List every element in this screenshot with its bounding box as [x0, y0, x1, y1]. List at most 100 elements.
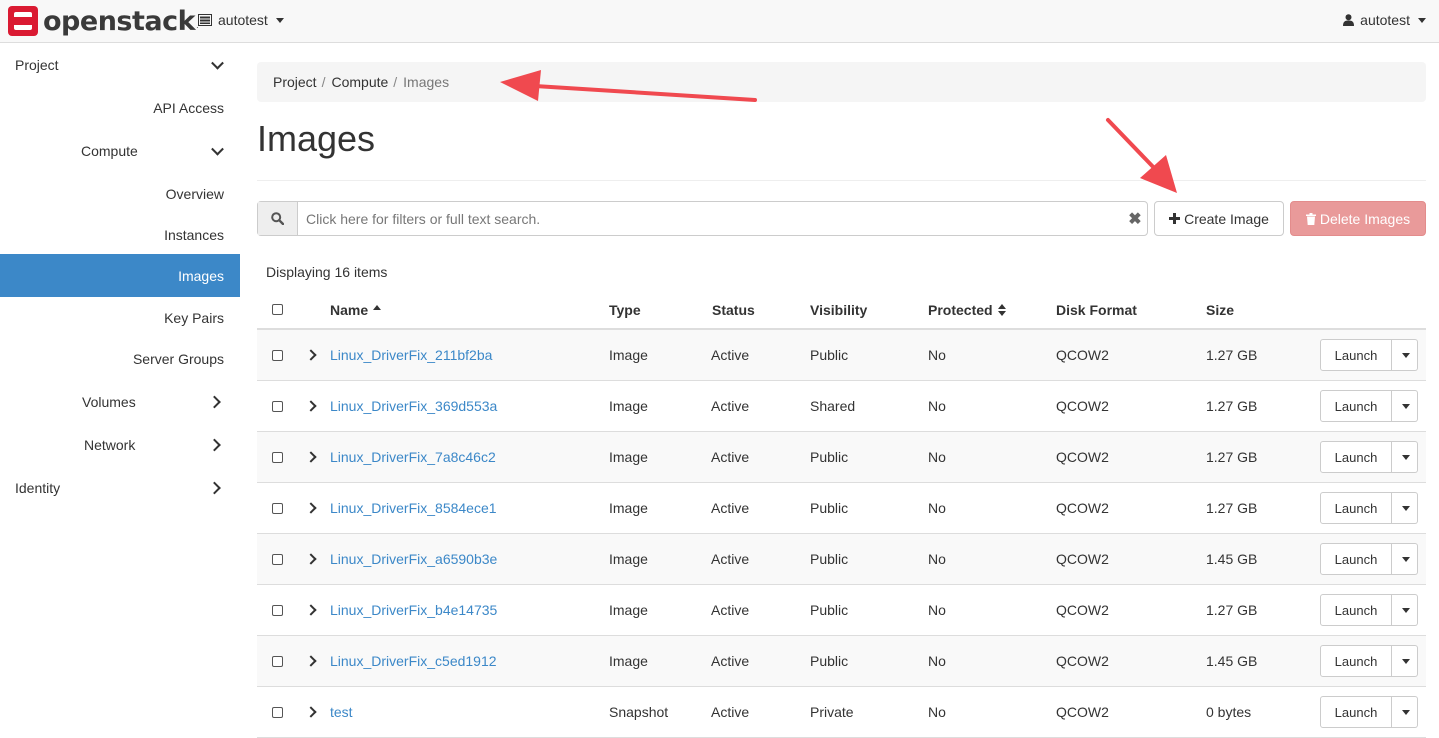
expand-row-icon[interactable]	[305, 655, 317, 667]
image-name-link[interactable]: Linux_DriverFix_a6590b3e	[330, 534, 497, 584]
caret-down-icon	[1401, 556, 1410, 562]
column-type-label: Type	[609, 301, 641, 318]
sidebar-item-server-groups[interactable]: Server Groups	[0, 337, 240, 380]
caret-down-icon	[1401, 658, 1410, 664]
openstack-logo[interactable]: openstack .	[8, 6, 199, 37]
column-name-label: Name	[330, 301, 369, 318]
sidebar-item-network[interactable]: Network	[0, 423, 240, 466]
cell-visibility: Public	[810, 653, 849, 669]
cell-type: Image	[609, 551, 648, 567]
filter-search-box: ✖	[257, 201, 1148, 236]
row-checkbox[interactable]	[272, 349, 283, 361]
image-name-link[interactable]: Linux_DriverFix_211bf2ba	[330, 330, 492, 380]
column-name[interactable]: Name	[330, 291, 382, 328]
sidebar-item-compute[interactable]: Compute	[0, 129, 240, 172]
cell-status: Active	[711, 398, 750, 414]
user-menu[interactable]: autotest	[1343, 12, 1426, 28]
image-name-link[interactable]: Linux_DriverFix_8584ece1	[330, 483, 497, 533]
cell-size: 1.27 GB	[1206, 500, 1258, 516]
expand-row-icon[interactable]	[305, 604, 317, 616]
search-icon	[271, 212, 284, 225]
sidebar-item-label: API Access	[153, 99, 224, 116]
launch-button[interactable]: Launch	[1320, 441, 1392, 473]
cell-visibility: Public	[810, 347, 849, 363]
sidebar-item-label: Server Groups	[132, 350, 224, 367]
row-checkbox[interactable]	[272, 604, 283, 616]
search-addon[interactable]	[258, 202, 298, 235]
launch-button-group: Launch	[1320, 696, 1418, 728]
expand-row-icon[interactable]	[305, 553, 317, 565]
launch-dropdown-toggle[interactable]	[1392, 441, 1418, 473]
launch-button[interactable]: Launch	[1320, 594, 1392, 626]
user-name: autotest	[1360, 12, 1410, 28]
image-name-link[interactable]: Linux_DriverFix_b4e14735	[330, 585, 497, 635]
sidebar-item-images[interactable]: Images	[0, 254, 240, 297]
cell-disk-format: QCOW2	[1056, 347, 1109, 363]
image-name-link[interactable]: test	[330, 687, 353, 737]
launch-button[interactable]: Launch	[1320, 543, 1392, 575]
launch-button[interactable]: Launch	[1320, 339, 1392, 371]
row-checkbox[interactable]	[272, 655, 283, 667]
project-name: autotest	[218, 12, 268, 28]
column-protected[interactable]: Protected	[928, 291, 1006, 328]
image-name-link[interactable]: Linux_DriverFix_c5ed1912	[330, 636, 497, 686]
delete-images-button[interactable]: Delete Images	[1290, 201, 1426, 236]
sidebar-item-api-access[interactable]: API Access	[0, 86, 240, 129]
cell-disk-format: QCOW2	[1056, 602, 1109, 618]
project-switcher[interactable]: autotest	[198, 12, 284, 28]
cell-status: Active	[711, 500, 750, 516]
sidebar-item-volumes[interactable]: Volumes	[0, 380, 240, 423]
cell-type: Image	[609, 500, 648, 516]
row-checkbox[interactable]	[272, 451, 283, 463]
image-name-link[interactable]: Linux_DriverFix_7a8c46c2	[330, 432, 496, 482]
caret-down-icon	[1401, 454, 1410, 460]
launch-button-group: Launch	[1320, 543, 1418, 575]
launch-button[interactable]: Launch	[1320, 492, 1392, 524]
expand-row-icon[interactable]	[305, 400, 317, 412]
launch-dropdown-toggle[interactable]	[1392, 696, 1418, 728]
top-navbar: openstack . autotest autotest	[0, 0, 1439, 43]
launch-dropdown-toggle[interactable]	[1392, 339, 1418, 371]
caret-down-icon	[1401, 352, 1410, 358]
image-name-link[interactable]: Linux_DriverFix_369d553a	[330, 381, 497, 431]
column-size: Size	[1206, 291, 1234, 328]
sidebar-item-identity[interactable]: Identity	[0, 466, 240, 509]
sidebar-item-project[interactable]: Project	[0, 43, 240, 86]
row-checkbox[interactable]	[272, 706, 283, 718]
column-disk-format: Disk Format	[1056, 291, 1137, 328]
create-image-button[interactable]: Create Image	[1154, 201, 1284, 236]
page-title: Images	[257, 118, 376, 159]
launch-button[interactable]: Launch	[1320, 390, 1392, 422]
cell-protected: No	[928, 500, 946, 516]
sidebar-item-key-pairs[interactable]: Key Pairs	[0, 296, 240, 339]
breadcrumb-compute[interactable]: Compute	[331, 74, 388, 90]
trash-icon	[1305, 212, 1316, 225]
breadcrumb-project[interactable]: Project	[273, 74, 317, 90]
sidebar-item-instances[interactable]: Instances	[0, 213, 240, 256]
launch-dropdown-toggle[interactable]	[1392, 594, 1418, 626]
expand-row-icon[interactable]	[305, 706, 317, 718]
launch-dropdown-toggle[interactable]	[1392, 543, 1418, 575]
row-checkbox[interactable]	[272, 553, 283, 565]
sidebar-item-overview[interactable]: Overview	[0, 172, 240, 215]
launch-dropdown-toggle[interactable]	[1392, 390, 1418, 422]
table-row: Linux_DriverFix_211bf2ba Image Active Publi…	[257, 330, 1426, 381]
expand-row-icon[interactable]	[305, 451, 317, 463]
expand-row-icon[interactable]	[305, 502, 317, 514]
launch-dropdown-toggle[interactable]	[1392, 645, 1418, 677]
launch-button-group: Launch	[1320, 441, 1418, 473]
row-checkbox[interactable]	[272, 502, 283, 514]
launch-button[interactable]: Launch	[1320, 696, 1392, 728]
breadcrumb-separator: /	[393, 74, 398, 90]
search-input[interactable]	[298, 202, 1123, 235]
cell-visibility: Private	[810, 704, 854, 720]
cell-disk-format: QCOW2	[1056, 551, 1109, 567]
launch-dropdown-toggle[interactable]	[1392, 492, 1418, 524]
expand-row-icon[interactable]	[305, 349, 317, 361]
cell-visibility: Public	[810, 551, 849, 567]
launch-button[interactable]: Launch	[1320, 645, 1392, 677]
row-checkbox[interactable]	[272, 400, 283, 412]
select-all-checkbox[interactable]	[272, 304, 283, 315]
caret-down-icon	[1418, 17, 1426, 23]
clear-search-icon[interactable]: ✖	[1123, 202, 1147, 235]
